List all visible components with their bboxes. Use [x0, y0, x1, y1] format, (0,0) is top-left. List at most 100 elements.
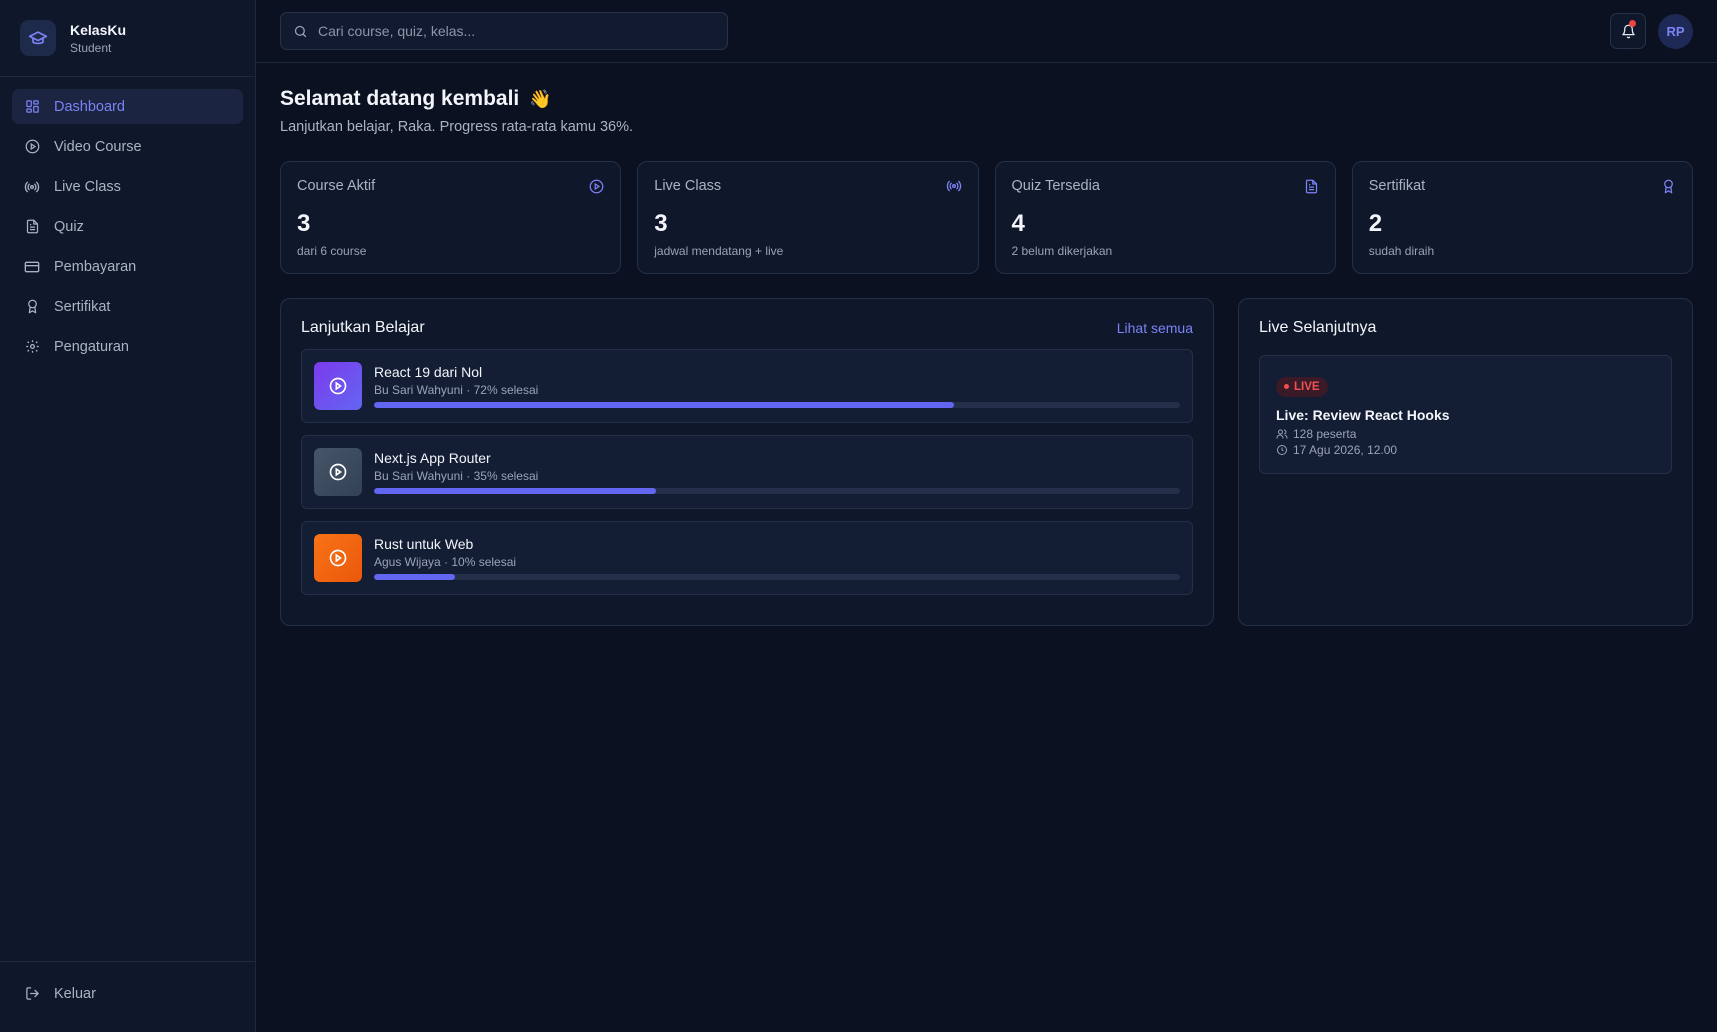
- stat-value: 3: [297, 210, 311, 237]
- brand-role: Student: [70, 40, 112, 55]
- search-input[interactable]: [318, 23, 715, 39]
- broadcast-icon: [946, 178, 962, 194]
- stat-card-sertifikat: Sertifikat 2 sudah diraih: [1351, 161, 1693, 274]
- brand-name: KelasKu: [70, 21, 127, 38]
- stat-sub: 2 belum dikerjakan: [1011, 244, 1113, 258]
- brand: KelasKu Student: [0, 0, 255, 77]
- stat-card-quiz-tersedia: Quiz Tersedia 4 2 belum dikerjakan: [994, 161, 1336, 274]
- credit-card-icon: [24, 259, 40, 275]
- stat-label: Course Aktif: [297, 178, 376, 194]
- sidebar-footer: Keluar: [0, 961, 255, 1032]
- graduation-cap-icon: [20, 20, 56, 56]
- stat-label: Sertifikat: [1368, 178, 1426, 194]
- topbar-actions: RP: [1610, 13, 1693, 49]
- dashboard-content: Selamat datang kembali 👋 Lanjutkan belaj…: [256, 63, 1717, 650]
- logout-icon: [24, 986, 40, 1002]
- course-thumbnail: [314, 362, 362, 410]
- see-all-link[interactable]: Lihat semua: [1117, 320, 1193, 336]
- stat-card-live-class: Live Class 3 jadwal mendatang + live: [637, 161, 979, 274]
- stat-value: 4: [1011, 210, 1025, 237]
- stat-value: 3: [654, 210, 668, 237]
- avatar[interactable]: RP: [1658, 13, 1693, 49]
- continue-learning-panel: Lanjutkan Belajar Lihat semua React 19 d…: [280, 298, 1214, 626]
- course-item[interactable]: Next.js App Router Bu Sari Wahyuni · 35%…: [301, 435, 1193, 509]
- course-item[interactable]: React 19 dari Nol Bu Sari Wahyuni · 72% …: [301, 349, 1193, 423]
- search-icon: [293, 24, 308, 39]
- sidebar-item-live-class[interactable]: Live Class: [12, 169, 243, 204]
- sidebar-item-video-course[interactable]: Video Course: [12, 129, 243, 164]
- sidebar-item-dashboard[interactable]: Dashboard: [12, 89, 243, 124]
- greeting: Selamat datang kembali 👋 Lanjutkan belaj…: [280, 87, 1693, 135]
- gear-icon: [24, 339, 40, 355]
- sidebar-item-label: Pembayaran: [54, 258, 137, 275]
- participants-count: 128 peserta: [1293, 426, 1357, 441]
- main: RP Selamat datang kembali 👋 Lanjutkan be…: [256, 0, 1717, 1032]
- notification-button[interactable]: [1610, 13, 1646, 49]
- stat-label: Quiz Tersedia: [1011, 178, 1100, 194]
- sidebar-nav: Dashboard Video Course Live Class Quiz P…: [0, 77, 255, 961]
- sidebar-item-quiz[interactable]: Quiz: [12, 209, 243, 244]
- course-title: Rust untuk Web: [374, 536, 474, 552]
- sidebar-item-sertifikat[interactable]: Sertifikat: [12, 289, 243, 324]
- progress-track: [374, 488, 1180, 494]
- greeting-subtitle: Lanjutkan belajar, Raka. Progress rata-r…: [280, 119, 634, 135]
- live-badge-label: LIVE: [1294, 380, 1320, 393]
- progress-fill: [374, 488, 657, 494]
- live-session-title: Live: Review React Hooks: [1276, 406, 1450, 423]
- page-title: Selamat datang kembali 👋: [280, 87, 1693, 111]
- course-title: React 19 dari Nol: [374, 364, 483, 380]
- stat-sub: jadwal mendatang + live: [654, 244, 784, 258]
- live-dot: [1284, 384, 1289, 389]
- panel-title: Lanjutkan Belajar: [301, 319, 425, 336]
- stats-grid: Course Aktif 3 dari 6 course Live Class …: [280, 161, 1693, 274]
- datetime-row: 17 Agu 2026, 12.00: [1276, 443, 1655, 457]
- play-circle-icon: [24, 139, 40, 155]
- course-meta: Agus Wijaya · 10% selesai: [374, 555, 517, 569]
- progress-track: [374, 574, 1180, 580]
- sidebar-item-pengaturan[interactable]: Pengaturan: [12, 329, 243, 364]
- grid-icon: [24, 99, 40, 115]
- sidebar-item-label: Pengaturan: [54, 338, 129, 355]
- progress-fill: [374, 402, 955, 408]
- logout-label: Keluar: [54, 985, 96, 1002]
- course-meta: Bu Sari Wahyuni · 35% selesai: [374, 469, 539, 483]
- progress-track: [374, 402, 1180, 408]
- play-circle-icon: [328, 376, 348, 396]
- stat-value: 2: [1368, 210, 1383, 237]
- course-meta: Bu Sari Wahyuni · 72% selesai: [374, 383, 539, 397]
- document-icon: [24, 219, 40, 235]
- topbar: RP: [256, 0, 1717, 63]
- stat-label: Live Class: [654, 178, 722, 194]
- sidebar-item-label: Video Course: [54, 138, 142, 155]
- search-box[interactable]: [280, 12, 728, 50]
- sidebar: KelasKu Student Dashboard Video Course L…: [0, 0, 256, 1032]
- play-circle-icon: [328, 462, 348, 482]
- course-thumbnail: [314, 534, 362, 582]
- next-live-panel: Live Selanjutnya LIVE Live: Review React…: [1238, 298, 1693, 626]
- stat-sub: dari 6 course: [297, 244, 367, 258]
- panels: Lanjutkan Belajar Lihat semua React 19 d…: [280, 298, 1693, 626]
- play-circle-icon: [589, 179, 604, 194]
- greeting-title: Selamat datang kembali: [280, 87, 520, 110]
- document-icon: [1304, 179, 1319, 194]
- sidebar-item-pembayaran[interactable]: Pembayaran: [12, 249, 243, 284]
- panel-title: Live Selanjutnya: [1259, 319, 1377, 336]
- sidebar-item-label: Quiz: [54, 218, 84, 235]
- live-session-card[interactable]: LIVE Live: Review React Hooks 128 pesert…: [1259, 355, 1672, 474]
- waving-hand-emoji: 👋: [529, 88, 552, 109]
- sidebar-item-label: Live Class: [54, 178, 121, 195]
- logout-button[interactable]: Keluar: [12, 976, 243, 1011]
- notification-dot: [1629, 20, 1636, 27]
- live-datetime: 17 Agu 2026, 12.00: [1293, 442, 1398, 457]
- live-badge: LIVE: [1276, 376, 1328, 397]
- users-icon: [1276, 428, 1288, 440]
- clock-icon: [1276, 444, 1288, 456]
- participants-row: 128 peserta: [1276, 427, 1655, 441]
- stat-card-course-aktif: Course Aktif 3 dari 6 course: [280, 161, 622, 274]
- award-icon: [24, 299, 40, 315]
- stat-sub: sudah diraih: [1368, 244, 1435, 258]
- sidebar-item-label: Sertifikat: [54, 298, 111, 315]
- sidebar-item-label: Dashboard: [54, 98, 125, 115]
- course-item[interactable]: Rust untuk Web Agus Wijaya · 10% selesai: [301, 521, 1193, 595]
- progress-fill: [374, 574, 455, 580]
